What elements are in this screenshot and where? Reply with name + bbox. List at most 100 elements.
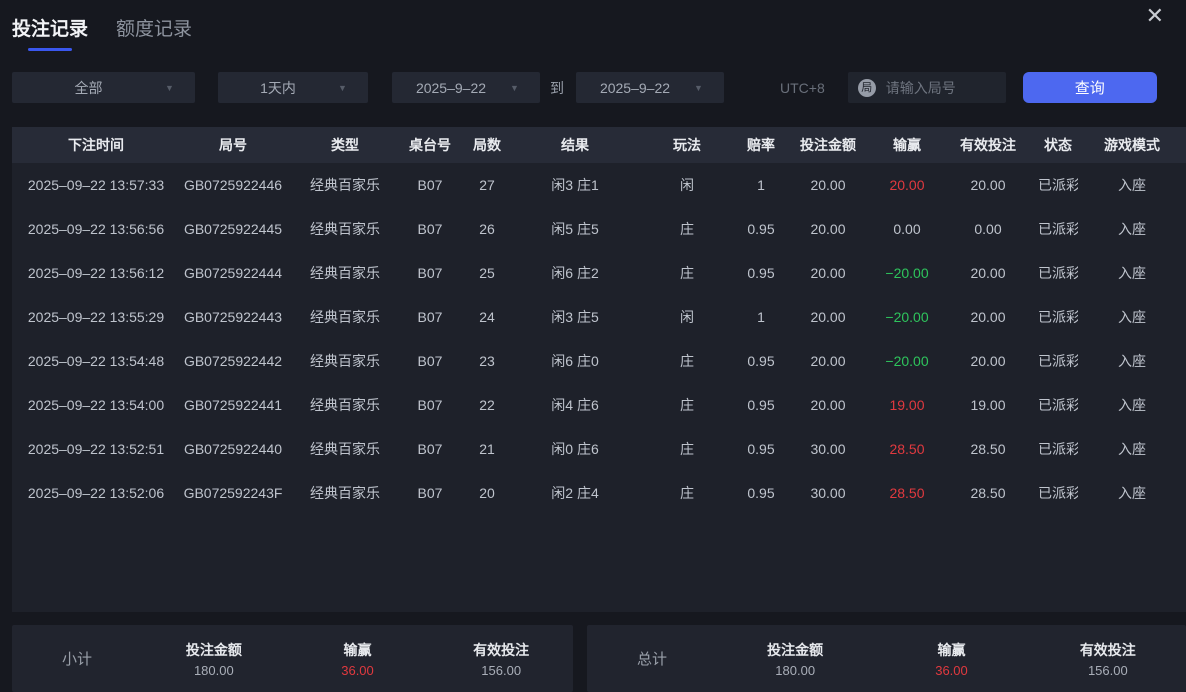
- cell-valid_bet: 19.00: [938, 383, 1038, 427]
- cell-result: 闲2 庄4: [518, 471, 632, 515]
- cell-odds: 0.95: [742, 427, 780, 471]
- table-row: 2025–09–22 13:57:33GB0725922446经典百家乐B072…: [12, 163, 1186, 207]
- timezone-label: UTC+8: [780, 80, 825, 96]
- cell-round: 25: [456, 251, 518, 295]
- cell-play: 闲: [632, 295, 742, 339]
- cell-result: 闲3 庄1: [518, 163, 632, 207]
- cell-result: 闲5 庄5: [518, 207, 632, 251]
- query-button[interactable]: 查询: [1023, 72, 1157, 103]
- cell-game_id: GB0725922441: [180, 383, 286, 427]
- cell-game_id: GB0725922443: [180, 295, 286, 339]
- cell-odds: 1: [742, 295, 780, 339]
- cell-time: 2025–09–22 13:56:56: [12, 207, 180, 251]
- cell-game_id: GB0725922444: [180, 251, 286, 295]
- cell-type: 经典百家乐: [286, 471, 404, 515]
- cell-win_loss: −20.00: [876, 295, 938, 339]
- date-range-dropdown[interactable]: 1天内 ▼: [218, 72, 368, 103]
- cell-type: 经典百家乐: [286, 163, 404, 207]
- cell-valid_bet: 20.00: [938, 251, 1038, 295]
- cell-status: 已派彩: [1038, 207, 1078, 251]
- date-from-dropdown[interactable]: 2025–9–22 ▼: [392, 72, 540, 103]
- cell-odds: 0.95: [742, 383, 780, 427]
- subtotal-item: 输赢36.00: [286, 640, 430, 678]
- cell-status: 已派彩: [1038, 339, 1078, 383]
- cell-type: 经典百家乐: [286, 295, 404, 339]
- cell-mode: 入座: [1078, 427, 1186, 471]
- cell-valid_bet: 20.00: [938, 163, 1038, 207]
- cell-type: 经典百家乐: [286, 339, 404, 383]
- tab-betting-records-label: 投注记录: [12, 19, 88, 40]
- round-number-input[interactable]: [884, 79, 996, 97]
- chevron-down-icon: ▼: [338, 83, 368, 93]
- cell-bet: 20.00: [780, 163, 876, 207]
- cell-play: 庄: [632, 427, 742, 471]
- cell-table_no: B07: [404, 427, 456, 471]
- cell-mode: 入座: [1078, 339, 1186, 383]
- subtotal-item: 有效投注156.00: [429, 640, 573, 678]
- cell-round: 27: [456, 163, 518, 207]
- subtotal-card: 小计 投注金额180.00输赢36.00有效投注156.00: [12, 625, 573, 692]
- betting-records-table-container: 下注时间局号类型桌台号局数结果玩法赔率投注金额输赢有效投注状态游戏模式 2025…: [12, 127, 1186, 612]
- col-play: 玩法: [632, 127, 742, 163]
- cell-mode: 入座: [1078, 207, 1186, 251]
- cell-round: 24: [456, 295, 518, 339]
- date-to-dropdown[interactable]: 2025–9–22 ▼: [576, 72, 724, 103]
- cell-odds: 0.95: [742, 251, 780, 295]
- cell-round: 20: [456, 471, 518, 515]
- cell-bet: 20.00: [780, 339, 876, 383]
- cell-status: 已派彩: [1038, 383, 1078, 427]
- table-row: 2025–09–22 13:54:48GB0725922442经典百家乐B072…: [12, 339, 1186, 383]
- date-from-value: 2025–9–22: [392, 80, 510, 96]
- cell-valid_bet: 20.00: [938, 295, 1038, 339]
- cell-win_loss: 28.50: [876, 471, 938, 515]
- tab-betting-records[interactable]: 投注记录: [12, 14, 88, 51]
- cell-win_loss: 20.00: [876, 163, 938, 207]
- cell-play: 庄: [632, 471, 742, 515]
- cell-mode: 入座: [1078, 383, 1186, 427]
- cell-bet: 30.00: [780, 471, 876, 515]
- col-type: 类型: [286, 127, 404, 163]
- summary-total-items: 投注金额180.00输赢36.00有效投注156.00: [717, 640, 1186, 678]
- chevron-down-icon: ▼: [165, 83, 195, 93]
- cell-table_no: B07: [404, 295, 456, 339]
- cell-win_loss: −20.00: [876, 339, 938, 383]
- col-bet: 投注金额: [780, 127, 876, 163]
- cell-table_no: B07: [404, 207, 456, 251]
- cell-time: 2025–09–22 13:55:29: [12, 295, 180, 339]
- cell-result: 闲4 庄6: [518, 383, 632, 427]
- cell-round: 21: [456, 427, 518, 471]
- cell-table_no: B07: [404, 471, 456, 515]
- cell-table_no: B07: [404, 339, 456, 383]
- close-icon[interactable]: ✕: [1146, 2, 1164, 30]
- cell-result: 闲3 庄5: [518, 295, 632, 339]
- table-row: 2025–09–22 13:56:12GB0725922444经典百家乐B072…: [12, 251, 1186, 295]
- cell-valid_bet: 28.50: [938, 471, 1038, 515]
- cell-mode: 入座: [1078, 295, 1186, 339]
- date-range-dropdown-value: 1天内: [218, 78, 338, 98]
- cell-status: 已派彩: [1038, 427, 1078, 471]
- table-body: 2025–09–22 13:57:33GB0725922446经典百家乐B072…: [12, 163, 1186, 515]
- col-odds: 赔率: [742, 127, 780, 163]
- filter-bar: 全部 ▼ 1天内 ▼ 2025–9–22 ▼ 到 2025–9–22 ▼ UTC…: [12, 72, 1157, 103]
- total-card: 总计 投注金额180.00输赢36.00有效投注156.00: [587, 625, 1186, 692]
- cell-result: 闲0 庄6: [518, 427, 632, 471]
- cell-odds: 0.95: [742, 471, 780, 515]
- cell-play: 庄: [632, 207, 742, 251]
- cell-game_id: GB0725922446: [180, 163, 286, 207]
- table-row: 2025–09–22 13:54:00GB0725922441经典百家乐B072…: [12, 383, 1186, 427]
- cell-game_id: GB0725922445: [180, 207, 286, 251]
- category-dropdown[interactable]: 全部 ▼: [12, 72, 195, 103]
- tab-quota-records[interactable]: 额度记录: [116, 14, 192, 51]
- round-number-search[interactable]: 局: [848, 72, 1006, 103]
- top-tabs: 投注记录 额度记录: [12, 14, 192, 51]
- cell-play: 庄: [632, 251, 742, 295]
- cell-status: 已派彩: [1038, 251, 1078, 295]
- summary-subtotal-items: 投注金额180.00输赢36.00有效投注156.00: [142, 640, 573, 678]
- table-row: 2025–09–22 13:52:06GB072592243F经典百家乐B072…: [12, 471, 1186, 515]
- total-item: 有效投注156.00: [1030, 640, 1186, 678]
- total-label: 总计: [587, 648, 717, 669]
- active-tab-underline: [28, 48, 72, 51]
- cell-bet: 20.00: [780, 383, 876, 427]
- cell-win_loss: 0.00: [876, 207, 938, 251]
- col-mode: 游戏模式: [1078, 127, 1186, 163]
